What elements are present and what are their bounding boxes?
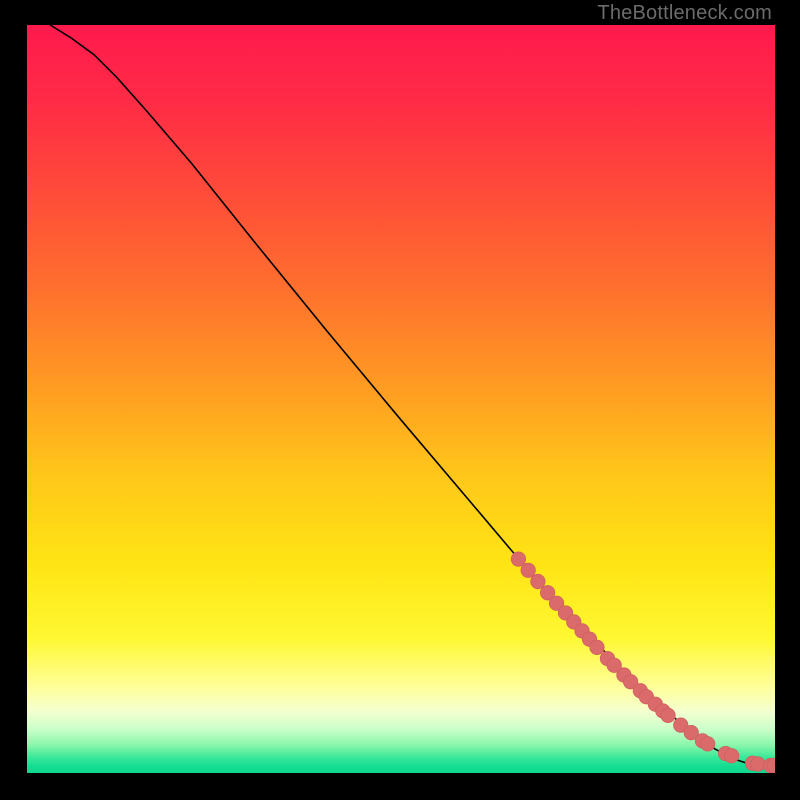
- data-marker: [661, 708, 675, 722]
- data-marker: [531, 574, 545, 588]
- watermark-text: TheBottleneck.com: [597, 2, 772, 25]
- data-marker: [724, 749, 738, 763]
- curve-line: [50, 25, 774, 766]
- chart-svg: [27, 25, 775, 773]
- plot-area: [27, 25, 775, 773]
- data-marker: [590, 640, 604, 654]
- chart-frame: TheBottleneck.com: [0, 0, 800, 800]
- data-marker: [751, 757, 765, 771]
- data-marker: [511, 552, 525, 566]
- data-marker: [521, 563, 535, 577]
- data-marker: [700, 737, 714, 751]
- marker-group: [511, 552, 775, 773]
